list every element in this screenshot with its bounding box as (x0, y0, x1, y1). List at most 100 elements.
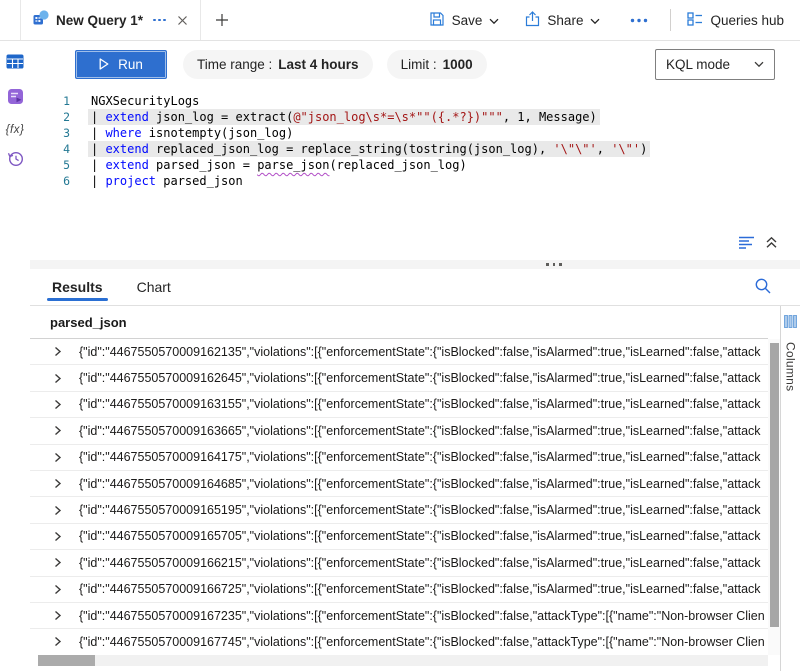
column-header: parsed_json (50, 315, 127, 330)
row-json-text: {"id":"4467550570009163665","violations"… (79, 424, 768, 438)
columns-rail[interactable]: Columns (780, 306, 800, 671)
expand-chevron-icon[interactable] (52, 346, 63, 357)
editor-line[interactable]: 3| where isnotempty(json_log) (30, 125, 800, 141)
vertical-scrollbar-thumb[interactable] (770, 343, 779, 627)
query-tab[interactable]: New Query 1* (20, 0, 201, 40)
columns-rail-label: Columns (784, 342, 798, 391)
row-json-text: {"id":"4467550570009163155","violations"… (79, 397, 768, 411)
editor-line[interactable]: 4 | extend replaced_json_log = replace_st… (30, 141, 800, 157)
results-panel: Results Chart parsed_json {"id":"4467550… (30, 269, 800, 671)
connections-table-icon[interactable] (6, 54, 24, 74)
table-row[interactable]: {"id":"4467550570009166215","violations"… (30, 550, 768, 576)
more-actions-icon[interactable] (624, 18, 654, 23)
collapse-editor-icon[interactable] (765, 236, 778, 252)
code-text: | extend json_log = extract(@"json_log\s… (88, 109, 600, 125)
line-number: 2 (30, 109, 70, 125)
editor-line[interactable]: 5 | extend parsed_json = parse_json(repla… (30, 157, 800, 173)
expand-chevron-icon[interactable] (52, 452, 63, 463)
expand-chevron-icon[interactable] (52, 373, 63, 384)
expand-chevron-icon[interactable] (52, 425, 63, 436)
play-icon (99, 58, 109, 70)
code-text: | extend replaced_json_log = replace_str… (88, 141, 650, 157)
functions-icon[interactable]: {fx} (6, 124, 25, 136)
table-row[interactable]: {"id":"4467550570009164175","violations"… (30, 445, 768, 471)
tab-results[interactable]: Results (50, 269, 105, 305)
topbar-actions: Save Share (403, 9, 800, 31)
table-row[interactable]: {"id":"4467550570009167745","violations"… (30, 629, 768, 655)
table-row[interactable]: {"id":"4467550570009167235","violations"… (30, 603, 768, 629)
line-number: 4 (30, 141, 70, 157)
expand-chevron-icon[interactable] (52, 557, 63, 568)
topbar-divider (670, 9, 671, 31)
save-icon (429, 11, 445, 30)
column-header-row[interactable]: parsed_json (30, 306, 768, 339)
new-tab-button[interactable] (215, 13, 229, 27)
horizontal-scrollbar-thumb[interactable] (38, 655, 95, 666)
vertical-scrollbar[interactable] (768, 339, 780, 655)
share-icon (525, 11, 540, 30)
row-json-text: {"id":"4467550570009164175","violations"… (79, 450, 768, 464)
row-json-text: {"id":"4467550570009164685","violations"… (79, 477, 768, 491)
share-chevron-icon (590, 13, 600, 28)
query-history-icon[interactable] (7, 150, 24, 172)
expand-chevron-icon[interactable] (52, 478, 63, 489)
results-rows: {"id":"4467550570009162135","violations"… (30, 339, 768, 655)
kusto-query-app: New Query 1* Save (0, 0, 800, 671)
query-editor[interactable]: 1NGXSecurityLogs2 | extend json_log = ext… (30, 87, 800, 260)
editor-line[interactable]: 6 | project parsed_json (30, 173, 800, 189)
table-row[interactable]: {"id":"4467550570009165195","violations"… (30, 497, 768, 523)
row-json-text: {"id":"4467550570009166725","violations"… (79, 582, 768, 596)
search-results-icon[interactable] (754, 277, 772, 300)
splitter-handle-icon[interactable] (546, 263, 562, 266)
tab-chart[interactable]: Chart (135, 269, 173, 305)
editor-line[interactable]: 2 | extend json_log = extract(@"json_log\… (30, 109, 800, 125)
save-button[interactable]: Save (429, 11, 500, 30)
panel-splitter[interactable] (30, 260, 800, 269)
adx-app-icon (33, 10, 49, 31)
save-chevron-icon (489, 13, 499, 28)
line-number: 6 (30, 173, 70, 189)
editor-actions (738, 235, 778, 253)
query-toolbar: Run Time range : Last 4 hours Limit : 10… (30, 41, 800, 87)
left-rail: {fx} (0, 41, 30, 671)
mode-chevron-icon (754, 61, 764, 68)
top-bar: New Query 1* Save (0, 0, 800, 41)
limit-pill[interactable]: Limit : 1000 (387, 50, 487, 79)
row-json-text: {"id":"4467550570009165195","violations"… (79, 503, 768, 517)
saved-queries-icon[interactable] (7, 88, 24, 110)
kql-mode-select[interactable]: KQL mode (655, 49, 775, 80)
expand-chevron-icon[interactable] (52, 531, 63, 542)
table-row[interactable]: {"id":"4467550570009164685","violations"… (30, 471, 768, 497)
table-row[interactable]: {"id":"4467550570009162645","violations"… (30, 365, 768, 391)
table-row[interactable]: {"id":"4467550570009163665","violations"… (30, 418, 768, 444)
expand-chevron-icon[interactable] (52, 505, 63, 516)
line-number: 5 (30, 157, 70, 173)
recall-results-icon[interactable] (738, 235, 755, 253)
code-text: | where isnotempty(json_log) (88, 125, 296, 141)
table-row[interactable]: {"id":"4467550570009165705","violations"… (30, 524, 768, 550)
expand-chevron-icon[interactable] (52, 399, 63, 410)
tab-title: New Query 1* (56, 13, 143, 28)
code-text: | project parsed_json (88, 173, 246, 189)
tab-close-icon[interactable] (177, 15, 188, 26)
expand-chevron-icon[interactable] (52, 636, 63, 647)
table-row[interactable]: {"id":"4467550570009166725","violations"… (30, 577, 768, 603)
table-row[interactable]: {"id":"4467550570009163155","violations"… (30, 392, 768, 418)
horizontal-scrollbar[interactable] (38, 655, 768, 666)
code-text: | extend parsed_json = parse_json(replac… (88, 157, 470, 173)
results-grid: parsed_json {"id":"4467550570009162135",… (30, 306, 800, 671)
expand-chevron-icon[interactable] (52, 610, 63, 621)
expand-chevron-icon[interactable] (52, 584, 63, 595)
share-button[interactable]: Share (525, 11, 600, 30)
limit-value: 1000 (443, 57, 473, 72)
time-range-pill[interactable]: Time range : Last 4 hours (183, 50, 373, 79)
table-row[interactable]: {"id":"4467550570009162135","violations"… (30, 339, 768, 365)
queries-hub-button[interactable]: Queries hub (687, 11, 784, 30)
row-json-text: {"id":"4467550570009162645","violations"… (79, 371, 768, 385)
line-number: 1 (30, 93, 70, 109)
run-button[interactable]: Run (75, 50, 167, 79)
row-json-text: {"id":"4467550570009167235","violations"… (79, 609, 768, 623)
row-json-text: {"id":"4467550570009167745","violations"… (79, 635, 768, 649)
editor-line[interactable]: 1NGXSecurityLogs (30, 93, 800, 109)
tab-more-icon[interactable] (153, 19, 166, 22)
